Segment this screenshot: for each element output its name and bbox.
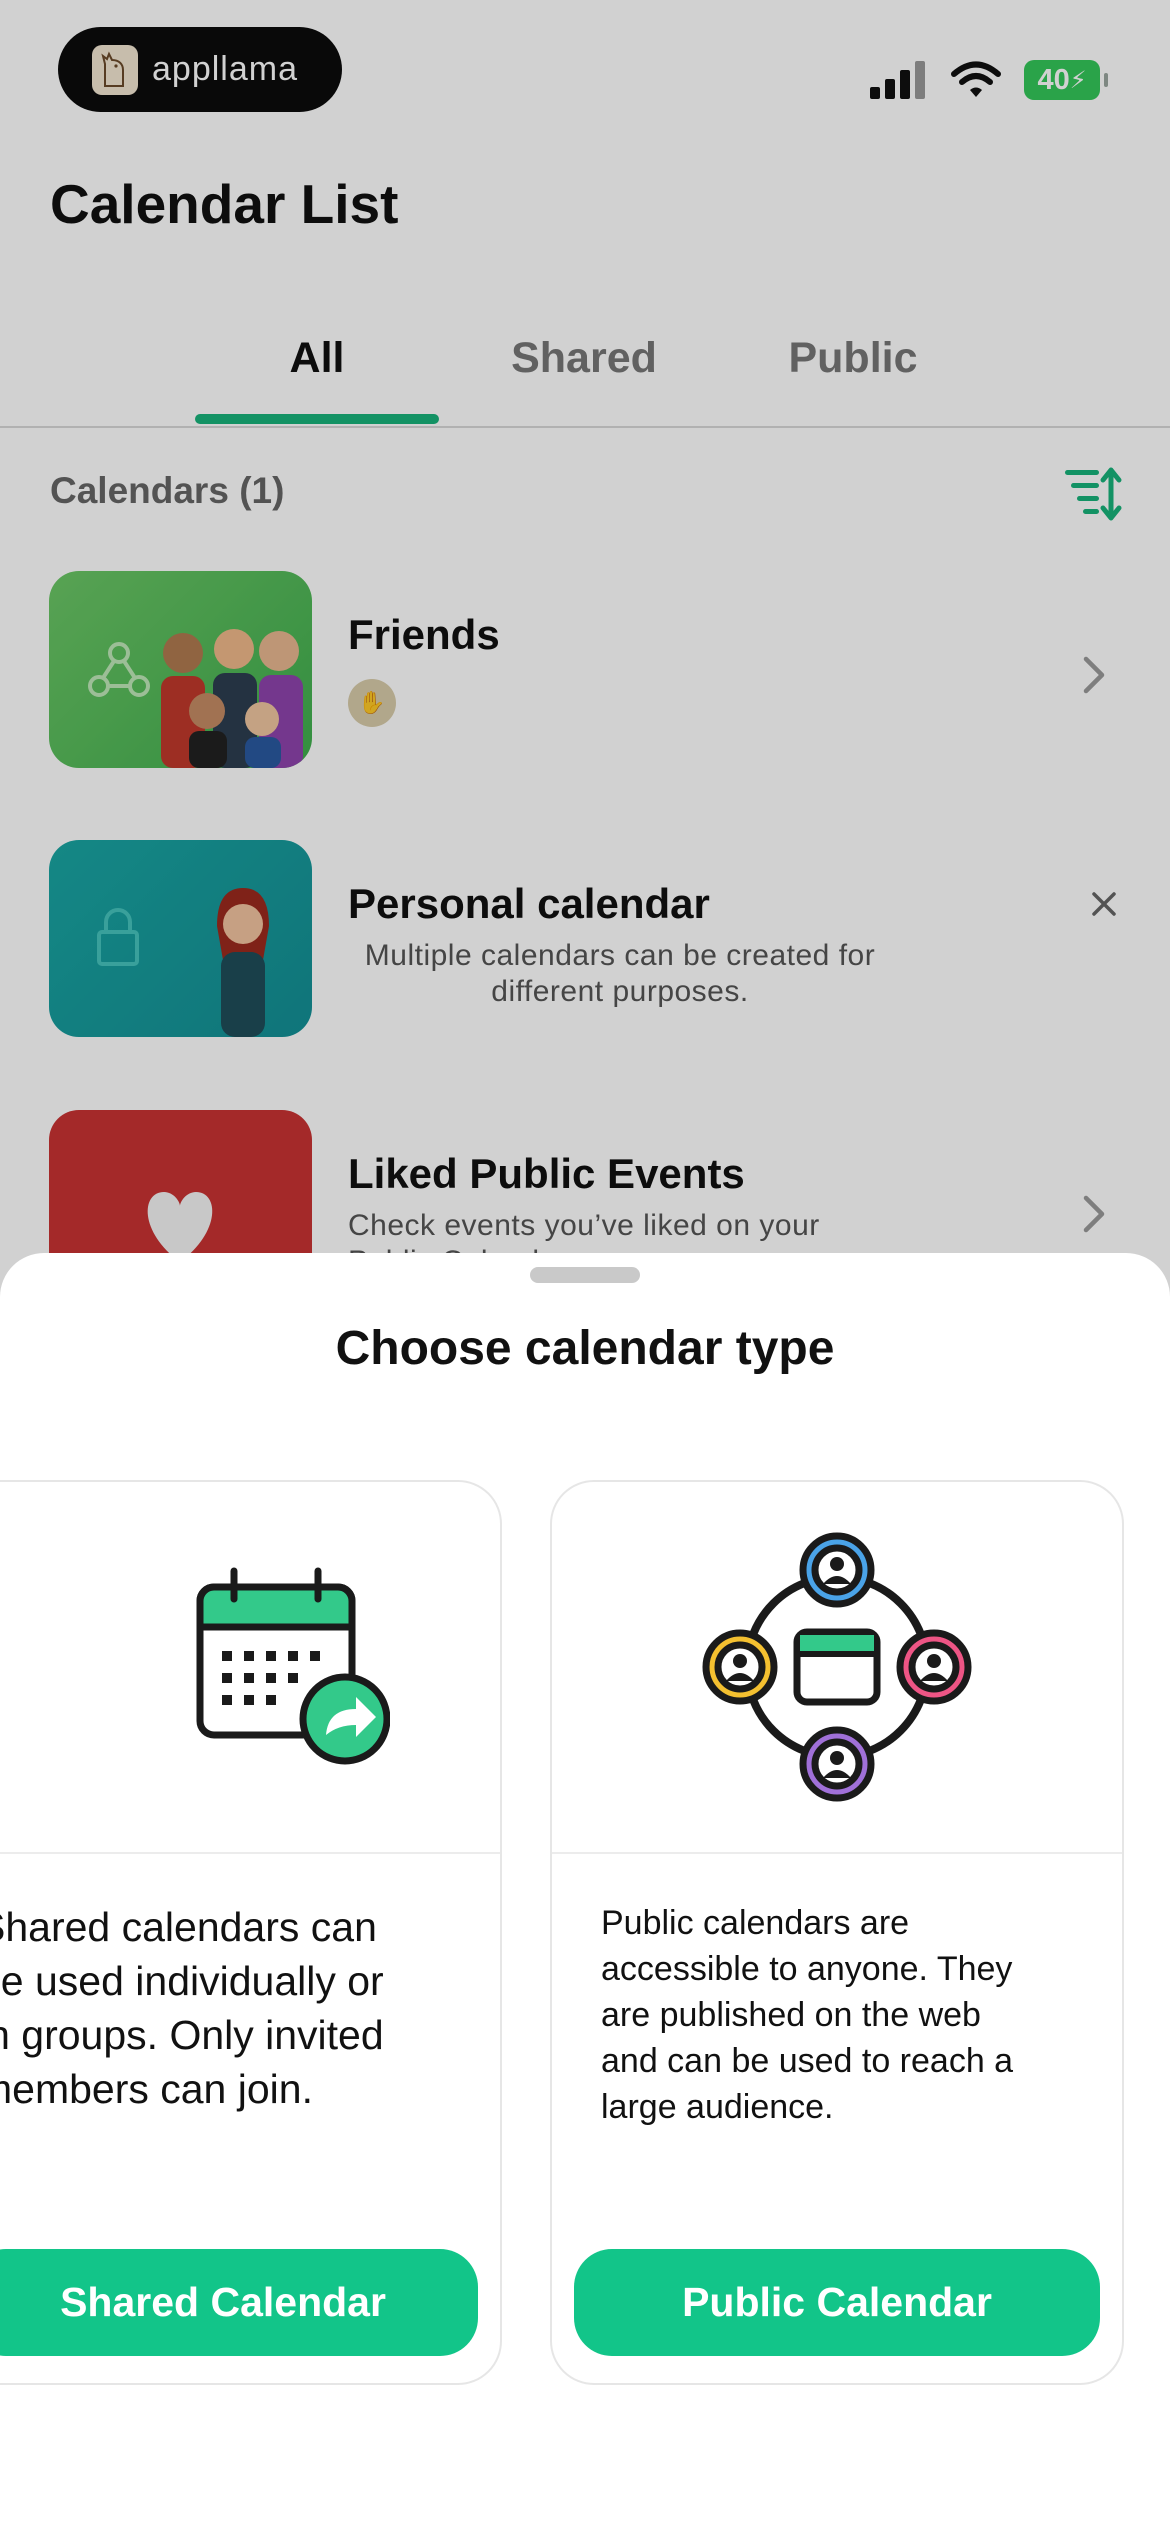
desc-line: accessible to anyone. They <box>601 1950 1013 1988</box>
sheet-grabber[interactable] <box>530 1267 640 1283</box>
calendar-title: Liked Public Events <box>348 1150 745 1197</box>
calendar-list-screen: appllama 40 ⚡ Calendar List All Shared Pu… <box>0 0 1170 2532</box>
desc-line: in groups. Only invited <box>0 2012 384 2058</box>
share-calendar-icon <box>196 1567 390 1765</box>
tab-public[interactable]: Public <box>728 334 978 383</box>
lock-icon <box>97 908 139 966</box>
shared-calendar-button[interactable]: Shared Calendar <box>0 2249 478 2356</box>
llama-logo-icon <box>92 44 138 95</box>
brand-name: appllama <box>152 50 298 88</box>
network-nodes-icon <box>88 642 150 697</box>
app-pill: appllama <box>58 27 342 112</box>
avatar: ✋ <box>348 679 396 727</box>
card-divider <box>0 1852 500 1854</box>
calendar-title: Friends <box>348 611 500 658</box>
desc-line: are published on the web <box>601 1996 981 2034</box>
public-network-icon <box>702 1532 972 1802</box>
sheet-title: Choose calendar type <box>335 1322 835 1375</box>
desc-line: Public calendars are <box>601 1904 910 1942</box>
shared-calendar-card[interactable]: Shared calendars can be used individuall… <box>0 1480 502 2385</box>
chevron-right-icon <box>1083 656 1105 694</box>
desc-line: and can be used to reach a <box>601 2042 1014 2080</box>
subtitle-line: Multiple calendars can be created for <box>364 939 876 972</box>
status-icons: 40 ⚡ <box>870 58 1108 102</box>
subtitle-line: Check events you’ve liked on your <box>348 1209 820 1242</box>
page-title: Calendar List <box>50 173 399 235</box>
sort-icon[interactable] <box>1063 466 1123 522</box>
subtitle-line: different purposes. <box>491 975 749 1008</box>
section-heading: Calendars (1) <box>50 470 285 511</box>
cellular-signal-icon <box>870 61 925 99</box>
calendar-row-friends[interactable]: Friends ✋ <box>0 571 1170 771</box>
close-icon[interactable] <box>1090 890 1118 918</box>
personal-illustration <box>97 888 269 1037</box>
card-description: Shared calendars can be used individuall… <box>0 1900 458 2116</box>
public-calendar-card[interactable]: Public calendars are accessible to anyon… <box>550 1480 1124 2385</box>
card-description: Public calendars are accessible to anyon… <box>601 1900 1091 2130</box>
tab-indicator <box>195 414 439 424</box>
desc-line: members can join. <box>0 2066 313 2112</box>
tab-bar: All Shared Public <box>0 320 1170 428</box>
calendar-type-sheet: Choose calendar type Shared calendars ca… <box>0 1253 1170 2532</box>
wifi-icon <box>951 61 1001 97</box>
card-divider <box>552 1852 1122 1854</box>
desc-line: large audience. <box>601 2088 834 2126</box>
battery-level: 40 <box>1037 63 1070 96</box>
tab-all[interactable]: All <box>192 334 442 383</box>
calendar-subtitle: Multiple calendars can be created for di… <box>348 938 892 1010</box>
calendar-title: Personal calendar <box>348 880 710 927</box>
personal-thumbnail <box>49 840 312 1037</box>
friends-thumbnail <box>49 571 312 768</box>
calendar-row-personal[interactable]: Personal calendar Multiple calendars can… <box>0 840 1170 1040</box>
public-calendar-button[interactable]: Public Calendar <box>574 2249 1100 2356</box>
friends-illustration <box>88 629 303 768</box>
desc-line: Shared calendars can <box>0 1904 377 1950</box>
battery-icon: 40 ⚡ <box>1024 60 1108 100</box>
card-art <box>0 1482 500 1852</box>
card-art <box>552 1482 1122 1852</box>
tab-shared[interactable]: Shared <box>459 334 709 383</box>
desc-line: be used individually or <box>0 1958 384 2004</box>
chevron-right-icon <box>1083 1195 1105 1233</box>
